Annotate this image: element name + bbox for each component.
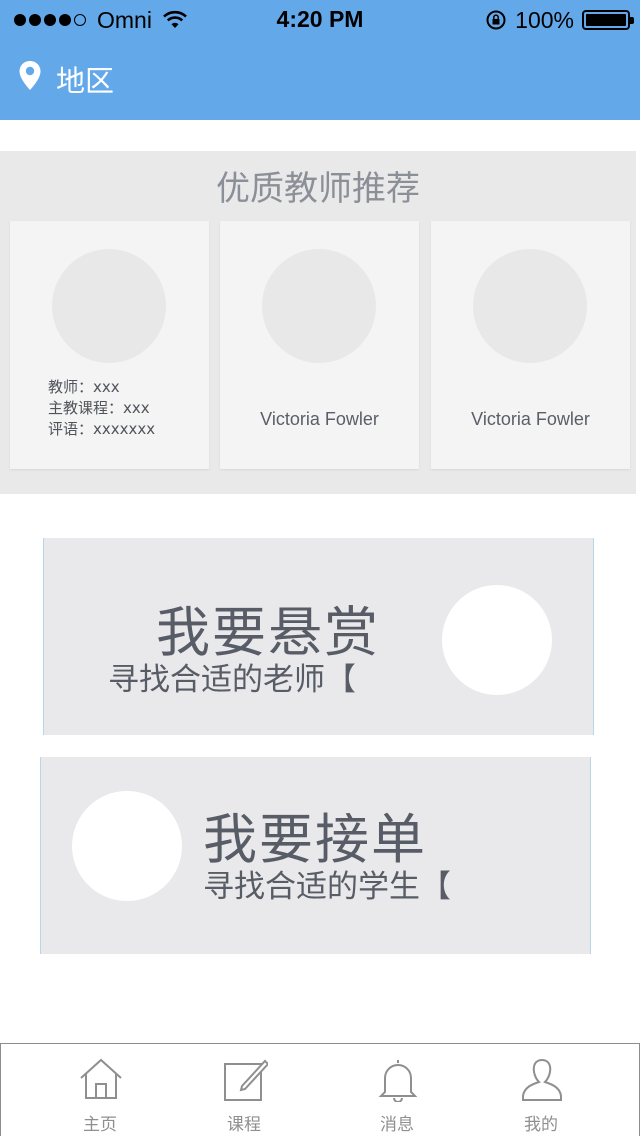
region-selector[interactable]: 地区	[56, 58, 114, 100]
reward-subtitle: 寻找合适的老师【	[108, 662, 356, 698]
teacher-course-text: 主教课程：xxx	[48, 399, 150, 417]
tab-messages[interactable]: 消息	[337, 1044, 457, 1136]
tab-mine-label: 我的	[524, 1115, 558, 1135]
section-title: 优质教师推荐	[216, 169, 420, 209]
teacher-card[interactable]: Victoria Fowler	[220, 221, 419, 469]
teacher-name-text: 教师：xxx	[48, 378, 120, 396]
edit-icon	[224, 1059, 268, 1101]
status-right: 100%	[485, 6, 634, 33]
teacher-comment-text: 评语：xxxxxxx	[48, 420, 156, 438]
recommended-teachers-section: 优质教师推荐 教师：xxx 主教课程：xxx 评语：xxxxxxx Victor…	[0, 151, 636, 494]
accept-image-placeholder	[72, 791, 182, 901]
nav-bar: 地区	[0, 40, 640, 120]
teacher-avatar	[52, 249, 166, 363]
teacher-avatar	[473, 249, 587, 363]
user-icon	[522, 1058, 562, 1101]
tab-home-label: 主页	[83, 1115, 117, 1135]
battery-icon	[582, 10, 634, 30]
teacher-avatar	[262, 249, 376, 363]
tab-bar: 主页 课程 消息 我的	[0, 1043, 640, 1136]
tab-messages-label: 消息	[380, 1115, 414, 1135]
status-bar: Omni 4:20 PM 100%	[0, 0, 640, 40]
home-icon	[80, 1058, 122, 1099]
tab-courses[interactable]: 课程	[184, 1044, 304, 1136]
tab-home[interactable]: 主页	[40, 1044, 160, 1136]
teacher-card[interactable]: Victoria Fowler	[431, 221, 630, 469]
reward-image-placeholder	[442, 585, 552, 695]
teacher-info: 教师：xxx 主教课程：xxx 评语：xxxxxxx	[48, 377, 155, 440]
tab-mine[interactable]: 我的	[481, 1044, 601, 1136]
rotation-lock-icon	[486, 10, 506, 30]
battery-percentage: 100%	[515, 6, 574, 33]
bell-icon	[378, 1060, 418, 1102]
teacher-name: Victoria Fowler	[260, 409, 379, 429]
teacher-card[interactable]: 教师：xxx 主教课程：xxx 评语：xxxxxxx	[10, 221, 209, 469]
teacher-name: Victoria Fowler	[471, 409, 590, 429]
post-reward-button[interactable]: 我要悬赏 寻找合适的老师【	[43, 538, 594, 735]
accept-order-button[interactable]: 我要接单 寻找合适的学生【	[40, 757, 591, 954]
tab-courses-label: 课程	[227, 1115, 261, 1135]
accept-subtitle: 寻找合适的学生【	[203, 869, 451, 905]
location-pin-icon[interactable]	[18, 60, 42, 92]
